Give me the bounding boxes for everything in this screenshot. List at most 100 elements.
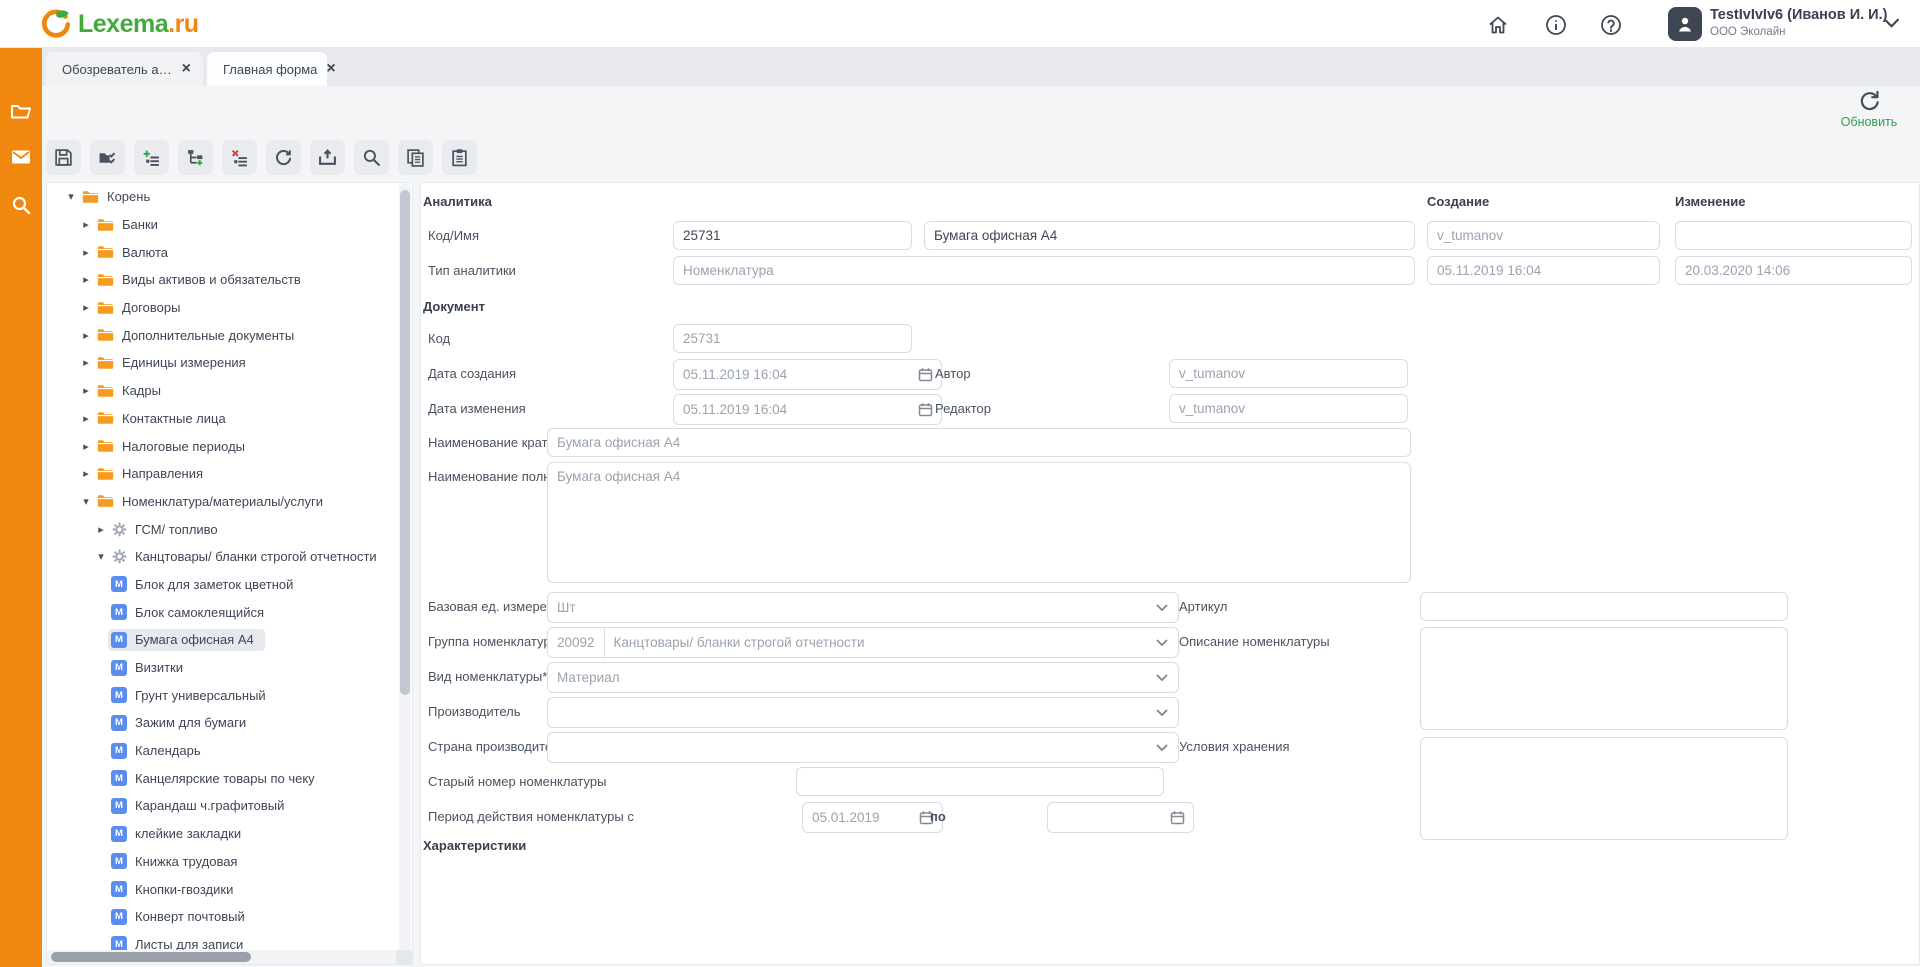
refresh-button[interactable]: Обновить [1826, 88, 1912, 134]
tree-item[interactable]: ▸Направления [47, 460, 412, 488]
tree-item[interactable]: ▸Дополнительные документы [47, 321, 412, 349]
analytics-type-input[interactable] [673, 256, 1415, 285]
creation-user-input[interactable] [1427, 221, 1660, 250]
tree-item[interactable]: МКалендарь [47, 737, 412, 765]
created-date-input[interactable]: 05.11.2019 16:04 [673, 359, 942, 390]
country-select[interactable] [547, 732, 1179, 763]
tree-item[interactable]: ▸Валюта [47, 238, 412, 266]
tree-item-label: Блок для заметок цветной [135, 577, 293, 592]
chevron-collapsed-icon[interactable]: ▸ [78, 467, 94, 480]
tree-item[interactable]: МВизитки [47, 654, 412, 682]
add-child-node-button[interactable] [178, 140, 213, 175]
tree-item[interactable]: МБлок для заметок цветной [47, 571, 412, 599]
period-from-input[interactable]: 05.01.2019 [802, 802, 943, 833]
chevron-collapsed-icon[interactable]: ▸ [93, 523, 109, 536]
doc-code-input[interactable] [673, 324, 912, 353]
app-logo[interactable]: Lexema.ru [40, 7, 199, 41]
calendar-icon[interactable] [918, 402, 933, 417]
tree-item[interactable]: МБумага офисная А4 [47, 626, 412, 654]
material-icon: М [111, 770, 127, 786]
tree-item[interactable]: МЗажим для бумаги [47, 709, 412, 737]
close-icon[interactable]: × [182, 61, 191, 77]
tab-analytics-explorer[interactable]: Обозреватель аналитик × [46, 52, 203, 86]
article-input[interactable] [1420, 592, 1788, 621]
help-icon[interactable] [1599, 13, 1623, 37]
info-icon[interactable] [1544, 13, 1568, 37]
chevron-expanded-icon[interactable]: ▾ [63, 190, 79, 203]
chevron-collapsed-icon[interactable]: ▸ [78, 384, 94, 397]
creation-date-input[interactable] [1427, 256, 1660, 285]
tree-vertical-scrollbar-thumb[interactable] [400, 190, 410, 695]
chevron-collapsed-icon[interactable]: ▸ [78, 412, 94, 425]
tree-item-label: Налоговые периоды [122, 439, 245, 454]
tab-main-form[interactable]: Главная форма × [207, 52, 327, 86]
group-select[interactable]: 20092 Канцтовары/ бланки строгой отчетно… [547, 627, 1179, 658]
tree-item[interactable]: ▸Договоры [47, 294, 412, 322]
tree-item[interactable]: ▾Канцтовары/ бланки строгой отчетности [47, 543, 412, 571]
tree-item[interactable]: МГрунт универсальный [47, 681, 412, 709]
tree-item[interactable]: ▾Номенклатура/материалы/услуги [47, 488, 412, 516]
chevron-collapsed-icon[interactable]: ▸ [78, 329, 94, 342]
tree-item[interactable]: ▸Банки [47, 211, 412, 239]
description-textarea[interactable] [1420, 627, 1788, 730]
folder-icon[interactable] [10, 100, 32, 122]
chevron-expanded-icon[interactable]: ▾ [78, 495, 94, 508]
author-input[interactable] [1169, 359, 1408, 388]
code-input[interactable] [673, 221, 912, 250]
chevron-collapsed-icon[interactable]: ▸ [78, 440, 94, 453]
delete-row-button[interactable] [222, 140, 257, 175]
period-to-input[interactable] [1047, 802, 1194, 833]
tree-item[interactable]: ▸Кадры [47, 377, 412, 405]
add-row-button[interactable] [134, 140, 169, 175]
base-unit-select[interactable]: Шт [547, 592, 1179, 623]
modification-date-input[interactable] [1675, 256, 1912, 285]
kind-select[interactable]: Материал [547, 662, 1179, 693]
tree-item[interactable]: МКнопки-гвоздики [47, 875, 412, 903]
tree-item[interactable]: ▸Виды активов и обязательств [47, 266, 412, 294]
close-icon[interactable]: × [326, 61, 335, 77]
mail-icon[interactable] [10, 146, 32, 168]
tree-horizontal-scrollbar-thumb[interactable] [51, 952, 251, 962]
refresh-tree-button[interactable] [266, 140, 301, 175]
modified-date-input[interactable]: 05.11.2019 16:04 [673, 394, 942, 425]
tree-item[interactable]: МКанцелярские товары по чеку [47, 764, 412, 792]
full-name-textarea[interactable]: Бумага офисная А4 [547, 462, 1411, 583]
modification-user-input[interactable] [1675, 221, 1912, 250]
chevron-collapsed-icon[interactable]: ▸ [78, 273, 94, 286]
import-button[interactable] [310, 140, 345, 175]
tree-item[interactable]: ▸ Налоговые периоды [47, 432, 412, 460]
tree-item[interactable]: Мклейкие закладки [47, 820, 412, 848]
tree-item[interactable]: МКнижка трудовая [47, 848, 412, 876]
search-button[interactable] [354, 140, 389, 175]
tree-item[interactable]: ▸Контактные лица [47, 405, 412, 433]
home-icon[interactable] [1486, 13, 1510, 37]
calendar-icon[interactable] [1170, 810, 1185, 825]
manufacturer-select[interactable] [547, 697, 1179, 728]
tree-item-content: Кадры [94, 380, 172, 401]
user-avatar-icon[interactable] [1668, 7, 1702, 41]
calendar-icon[interactable] [918, 367, 933, 382]
tree-check-button[interactable] [90, 140, 125, 175]
short-name-input[interactable] [547, 428, 1411, 457]
tree-item[interactable]: МКонверт почтовый [47, 903, 412, 931]
tree-item[interactable]: ▾Корень [47, 183, 412, 211]
old-number-input[interactable] [796, 767, 1164, 796]
folder-icon [97, 494, 114, 508]
copy-button[interactable] [398, 140, 433, 175]
chevron-expanded-icon[interactable]: ▾ [93, 550, 109, 563]
chevron-collapsed-icon[interactable]: ▸ [78, 246, 94, 259]
tree-item[interactable]: МКарандаш ч.графитовый [47, 792, 412, 820]
chevron-down-icon[interactable] [1884, 18, 1899, 28]
editor-input[interactable] [1169, 394, 1408, 423]
save-button[interactable] [46, 140, 81, 175]
tree-item[interactable]: ▸ГСМ/ топливо [47, 515, 412, 543]
paste-button[interactable] [442, 140, 477, 175]
name-input[interactable] [924, 221, 1415, 250]
chevron-collapsed-icon[interactable]: ▸ [78, 218, 94, 231]
search-icon[interactable] [10, 194, 32, 216]
chevron-collapsed-icon[interactable]: ▸ [78, 356, 94, 369]
storage-textarea[interactable] [1420, 737, 1788, 840]
tree-item[interactable]: ▸Единицы измерения [47, 349, 412, 377]
tree-item[interactable]: МБлок самоклеящийся [47, 598, 412, 626]
chevron-collapsed-icon[interactable]: ▸ [78, 301, 94, 314]
